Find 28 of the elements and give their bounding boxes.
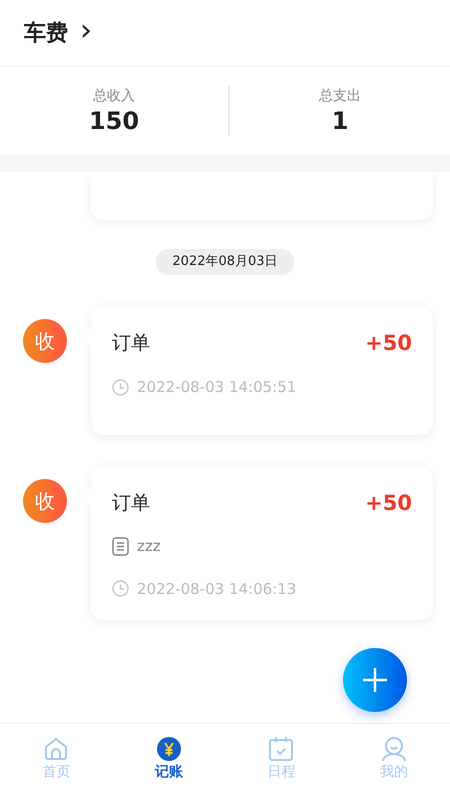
- summary-label: 总收入: [93, 87, 136, 106]
- summary-value: 1: [332, 107, 348, 136]
- plus-icon: [361, 666, 389, 694]
- record-title: 订单: [112, 491, 150, 516]
- clock-icon: [112, 580, 129, 598]
- add-button[interactable]: [343, 648, 407, 712]
- record-note: zzz: [137, 536, 161, 557]
- record-amount: +50: [365, 330, 412, 356]
- user-icon: [380, 736, 407, 762]
- clock-icon: [112, 378, 129, 396]
- chevron-right[interactable]: ›: [80, 16, 92, 46]
- summary-value: 150: [88, 107, 140, 136]
- date-label: 2022年08月03日: [156, 249, 294, 274]
- record-time: 2022-08-03 14:05:51: [137, 377, 296, 398]
- summary-label: 总支出: [319, 87, 362, 106]
- record-title: 订单: [112, 331, 150, 356]
- record-time: 2022-08-03 14:06:13: [137, 578, 296, 600]
- page-title: 车费: [24, 20, 68, 48]
- record-card[interactable]: 订单 +50 2022-08-03 14:05:51: [91, 306, 433, 434]
- tab-item[interactable]: 记账: [112, 724, 225, 800]
- home-icon: [43, 737, 70, 761]
- income-badge: 收: [23, 478, 67, 522]
- income-badge: 收: [23, 318, 67, 362]
- yen-coin-icon: [156, 737, 181, 761]
- note-icon: [112, 536, 129, 556]
- calendar-icon: [268, 736, 294, 762]
- record-card[interactable]: 订单 +50 zzz 2022-08-03 14:06:13: [91, 466, 433, 620]
- record-amount: +50: [365, 490, 412, 516]
